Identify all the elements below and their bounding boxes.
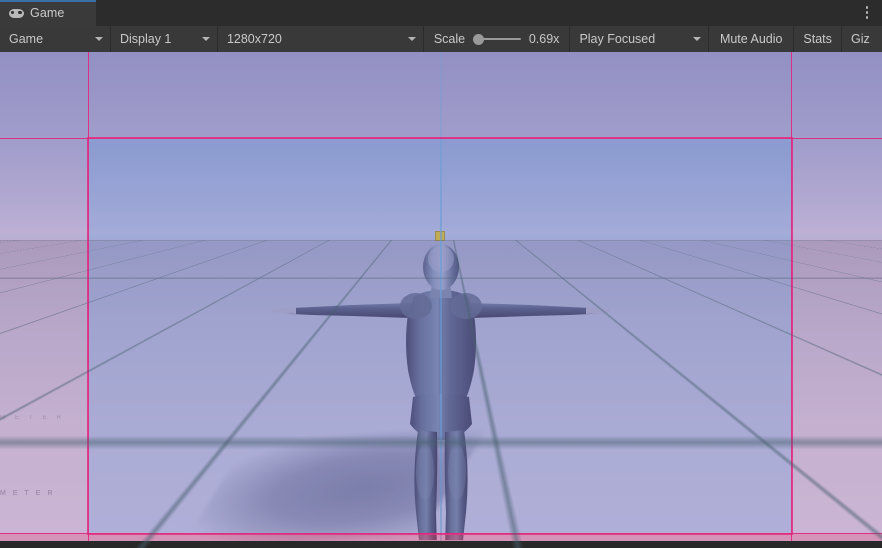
game-viewport[interactable]: METER METER — [0, 52, 882, 548]
stats-button[interactable]: Stats — [794, 26, 843, 52]
mute-audio-button[interactable]: Mute Audio — [709, 26, 795, 52]
stats-label: Stats — [803, 32, 832, 46]
display-dropdown[interactable]: Display 1 — [111, 26, 218, 52]
overlay-guide-line-top — [0, 138, 882, 139]
slider-handle-icon[interactable] — [473, 33, 485, 45]
mute-audio-label: Mute Audio — [719, 32, 783, 46]
scale-slider[interactable] — [473, 33, 521, 45]
display-label: Display 1 — [119, 32, 172, 46]
chevron-down-icon — [407, 37, 416, 41]
scale-label: Scale — [433, 32, 466, 46]
scale-slider-group[interactable]: Scale 0.69x — [424, 26, 571, 52]
play-mode-label: Play Focused — [579, 32, 656, 46]
overlay-guide-line-bottom — [0, 533, 882, 534]
tab-game[interactable]: Game — [0, 0, 96, 26]
chevron-down-icon — [94, 37, 103, 41]
play-mode-dropdown[interactable]: Play Focused — [570, 26, 710, 52]
chevron-down-icon — [201, 37, 210, 41]
tab-game-label: Game — [30, 6, 65, 20]
game-target-dropdown[interactable]: Game — [0, 26, 111, 52]
resolution-dropdown[interactable]: 1280x720 — [218, 26, 424, 52]
gizmos-button[interactable]: Giz — [842, 26, 882, 52]
overlay-guide-line-left — [88, 52, 89, 548]
kebab-menu-icon[interactable] — [859, 3, 875, 22]
game-target-label: Game — [9, 32, 44, 46]
gamepad-icon — [9, 8, 24, 19]
gizmos-label: Giz — [851, 32, 870, 46]
unity-game-view: Game Game Display 1 1280x720 Scale 0.69x — [0, 0, 882, 548]
game-view-toolbar: Game Display 1 1280x720 Scale 0.69x Play… — [0, 26, 882, 52]
selection-axis-line — [440, 52, 442, 548]
overlay-guide-line-right — [791, 52, 792, 548]
slider-track — [479, 38, 521, 40]
resolution-label: 1280x720 — [226, 32, 282, 46]
tab-strip: Game — [0, 0, 882, 26]
bottom-edge — [0, 541, 882, 548]
scale-value: 0.69x — [528, 32, 560, 46]
chevron-down-icon — [693, 37, 702, 41]
